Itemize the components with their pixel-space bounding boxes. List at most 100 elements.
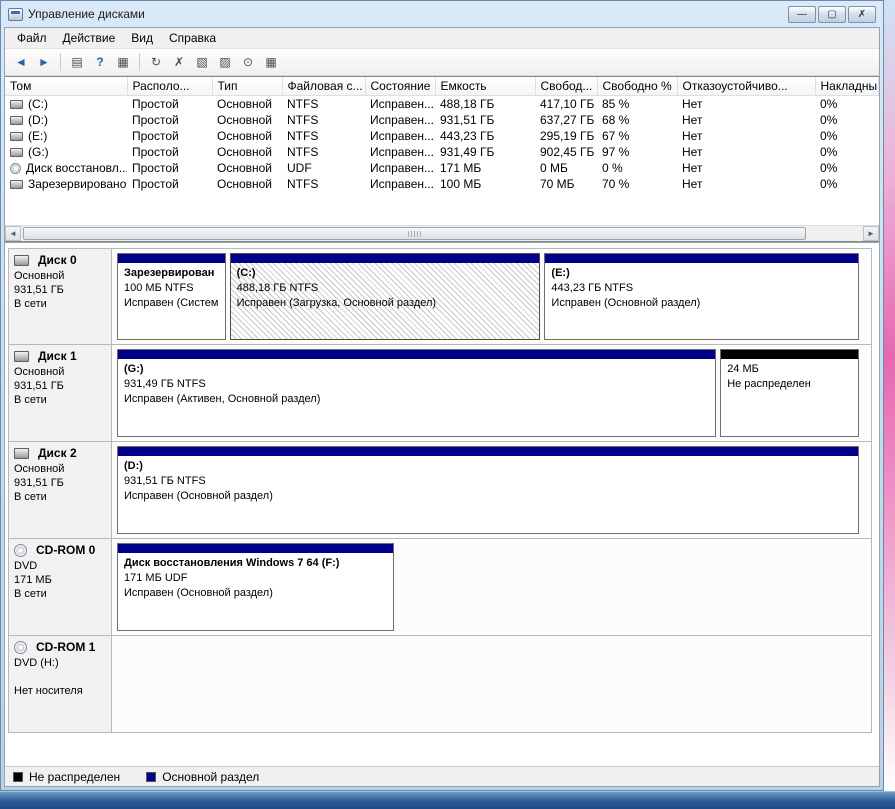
volume-row-d[interactable]: (D:)ПростойОсновнойNTFSИсправен...931,51… (5, 112, 879, 128)
drive-icon (10, 132, 23, 141)
scroll-left-arrow[interactable]: ◄ (5, 226, 21, 241)
partition-type-bar (118, 350, 715, 359)
disk-info-disk-2[interactable]: Диск 2Основной931,51 ГБВ сети (9, 442, 112, 538)
rescan-icon[interactable]: ⊙ (238, 52, 258, 72)
column-header-volume[interactable]: Том (5, 77, 127, 96)
partition-area-cdrom-1 (112, 636, 871, 732)
partition-unallocated[interactable]: 24 МБНе распределен (720, 349, 859, 437)
desktop-background (884, 0, 895, 791)
cell-fault-tolerance: Нет (677, 160, 815, 176)
menu-bar: ФайлДействиеВидСправка (5, 28, 879, 49)
volume-row-e[interactable]: (E:)ПростойОсновнойNTFSИсправен...443,23… (5, 128, 879, 144)
volume-row-reserved[interactable]: Зарезервировано...ПростойОсновнойNTFSИсп… (5, 176, 879, 192)
partition-area-cdrom-0: Диск восстановления Windows 7 64 (F:)171… (112, 539, 871, 635)
partition-body: (D:)931,51 ГБ NTFSИсправен (Основной раз… (118, 456, 858, 533)
cell-status: Исправен... (365, 176, 435, 192)
menu-item-file[interactable]: Файл (9, 29, 55, 47)
cell-fault-tolerance: Нет (677, 128, 815, 144)
forward-icon[interactable]: ► (34, 52, 54, 72)
title-bar[interactable]: Управление дисками — ▢ ✗ (4, 1, 880, 27)
column-header-capacity[interactable]: Емкость (435, 77, 535, 96)
window-icon (8, 8, 23, 21)
partition-d[interactable]: (D:)931,51 ГБ NTFSИсправен (Основной раз… (117, 446, 859, 534)
disk-info-disk-1[interactable]: Диск 1Основной931,51 ГБВ сети (9, 345, 112, 441)
column-header-fault-tolerance[interactable]: Отказоустойчиво... (677, 77, 815, 96)
disk-name: CD-ROM 1 (36, 640, 95, 654)
cell-filesystem: NTFS (282, 112, 365, 128)
volume-row-c[interactable]: (C:)ПростойОсновнойNTFSИсправен...488,18… (5, 96, 879, 113)
scrollbar-track[interactable] (21, 226, 863, 241)
partition-system-reserved[interactable]: Зарезервирован100 МБ NTFSИсправен (Систе… (117, 253, 226, 340)
drive-icon (10, 180, 23, 189)
help-icon[interactable]: ? (90, 52, 110, 72)
partition-type-bar (545, 254, 858, 263)
scroll-right-arrow[interactable]: ► (863, 226, 879, 241)
view-options-icon[interactable]: ▦ (261, 52, 281, 72)
partition-detail: Исправен (Систем (124, 296, 219, 311)
disk-header: CD-ROM 1 (14, 640, 106, 654)
scrollbar-thumb[interactable] (23, 227, 806, 240)
cell-capacity: 171 МБ (435, 160, 535, 176)
cell-layout: Простой (127, 112, 212, 128)
cell-fault-tolerance: Нет (677, 176, 815, 192)
disk-detail: Основной (14, 462, 106, 476)
back-icon[interactable]: ◄ (11, 52, 31, 72)
partition-body: (E:)443,23 ГБ NTFSИсправен (Основной раз… (545, 263, 858, 339)
disk-info-disk-0[interactable]: Диск 0Основной931,51 ГБВ сети (9, 249, 112, 344)
disk-header: Диск 2 (14, 446, 106, 460)
cell-capacity: 931,49 ГБ (435, 144, 535, 160)
disk-name: CD-ROM 0 (36, 543, 95, 557)
disk-info-cdrom-1[interactable]: CD-ROM 1DVD (H:)Нет носителя (9, 636, 112, 732)
partition-c[interactable]: (C:)488,18 ГБ NTFSИсправен (Загрузка, Ос… (230, 253, 541, 340)
disk-info-cdrom-0[interactable]: CD-ROM 0DVD171 МБВ сети (9, 539, 112, 635)
partition-f[interactable]: Диск восстановления Windows 7 64 (F:)171… (117, 543, 394, 631)
cell-free-percent: 85 % (597, 96, 677, 113)
menu-item-action[interactable]: Действие (55, 29, 124, 47)
close-button[interactable]: ✗ (848, 6, 876, 23)
delete-volume-icon[interactable]: ✗ (169, 52, 189, 72)
volume-list-panel: ТомРасполо...ТипФайловая с...СостояниеЕм… (5, 76, 879, 242)
disk-detail: Основной (14, 365, 106, 379)
cell-layout: Простой (127, 144, 212, 160)
disk-row-cdrom-0: CD-ROM 0DVD171 МБВ сетиДиск восстановлен… (8, 539, 872, 636)
legend-swatch-unallocated (13, 772, 23, 782)
partition-body: (C:)488,18 ГБ NTFSИсправен (Загрузка, Ос… (231, 263, 540, 339)
cell-type: Основной (212, 144, 282, 160)
volume-row-g[interactable]: (G:)ПростойОсновнойNTFSИсправен...931,49… (5, 144, 879, 160)
refresh-icon[interactable]: ↻ (146, 52, 166, 72)
console-tree-icon[interactable]: ▤ (67, 52, 87, 72)
column-header-type[interactable]: Тип (212, 77, 282, 96)
partition-detail: Исправен (Основной раздел) (124, 489, 852, 504)
column-header-filesystem[interactable]: Файловая с... (282, 77, 365, 96)
explore-icon[interactable]: ▨ (215, 52, 235, 72)
cell-filesystem: NTFS (282, 96, 365, 113)
open-icon[interactable]: ▧ (192, 52, 212, 72)
partition-detail: Исправен (Загрузка, Основной раздел) (237, 296, 534, 311)
cell-status: Исправен... (365, 112, 435, 128)
volume-name: (C:) (28, 97, 48, 111)
partition-g[interactable]: (G:)931,49 ГБ NTFSИсправен (Активен, Осн… (117, 349, 716, 437)
menu-item-view[interactable]: Вид (123, 29, 161, 47)
minimize-button[interactable]: — (788, 6, 816, 23)
partition-body: 24 МБНе распределен (721, 359, 858, 436)
volume-row-recovery[interactable]: Диск восстановл...ПростойОсновнойUDFИспр… (5, 160, 879, 176)
maximize-button[interactable]: ▢ (818, 6, 846, 23)
column-header-free[interactable]: Свобод... (535, 77, 597, 96)
column-header-status[interactable]: Состояние (365, 77, 435, 96)
column-header-layout[interactable]: Располо... (127, 77, 212, 96)
volume-name: Диск восстановл... (26, 161, 127, 175)
taskbar[interactable] (0, 791, 895, 809)
column-header-overhead[interactable]: Накладны... (815, 77, 879, 96)
cell-overhead: 0% (815, 112, 879, 128)
cell-free: 0 МБ (535, 160, 597, 176)
column-header-free-percent[interactable]: Свободно % (597, 77, 677, 96)
partition-detail: 488,18 ГБ NTFS (237, 281, 534, 296)
disk-detail: В сети (14, 587, 106, 601)
cell-overhead: 0% (815, 96, 879, 113)
show-console-icon[interactable]: ▦ (113, 52, 133, 72)
cell-volume: (G:) (5, 144, 127, 160)
cell-capacity: 100 МБ (435, 176, 535, 192)
partition-e[interactable]: (E:)443,23 ГБ NTFSИсправен (Основной раз… (544, 253, 859, 340)
menu-item-help[interactable]: Справка (161, 29, 224, 47)
horizontal-scrollbar[interactable]: ◄ ► (5, 225, 879, 241)
